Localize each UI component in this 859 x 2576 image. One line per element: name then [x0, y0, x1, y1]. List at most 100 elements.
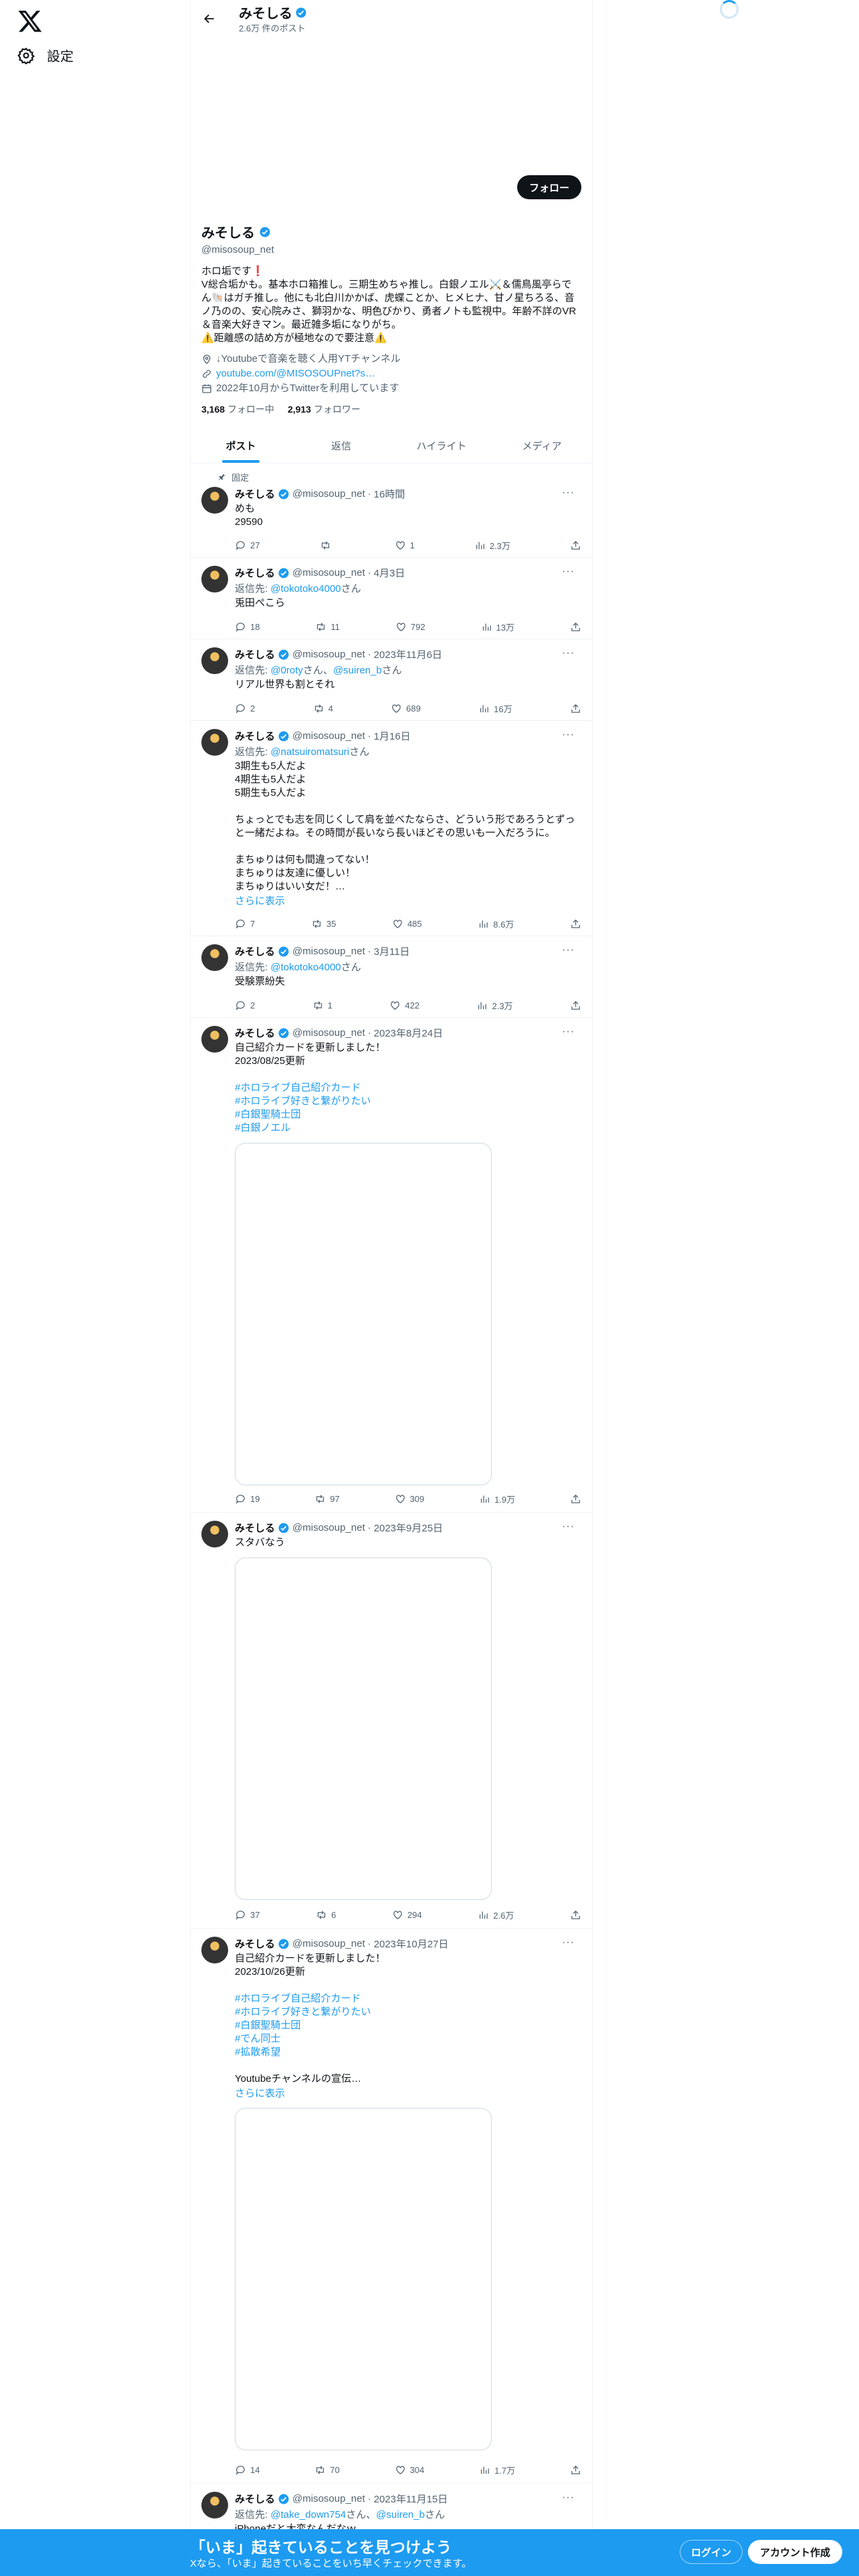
avatar[interactable]: [201, 1026, 228, 1053]
avatar[interactable]: [201, 1937, 228, 1963]
tweet-timestamp[interactable]: 16時間: [374, 487, 405, 501]
profile-website-link[interactable]: youtube.com/@MISOSOUPnet?s…: [216, 366, 375, 381]
views-button[interactable]: 1.9万: [479, 1493, 515, 1505]
tweet[interactable]: みそしる @misosoup_net · 4月3日 ··· 返信先: @toko…: [191, 558, 592, 639]
following-link[interactable]: 3,168 フォロー中: [201, 403, 274, 416]
hashtag[interactable]: #でん同士: [235, 2033, 280, 2044]
retweet-button[interactable]: 70: [314, 2464, 340, 2476]
tweet-timestamp[interactable]: 2023年8月24日: [374, 1026, 443, 1040]
tweet-author-handle[interactable]: @misosoup_net: [292, 2493, 365, 2504]
hashtag[interactable]: #ホロライブ自己紹介カード: [235, 1993, 361, 2004]
views-button[interactable]: 13万: [481, 621, 514, 633]
hashtag[interactable]: #ホロライブ好きと繋がりたい: [235, 2006, 371, 2018]
reply-mention[interactable]: @take_down754: [270, 2509, 346, 2520]
tweet[interactable]: みそしる @misosoup_net · 2023年8月24日 ··· 自己紹介…: [191, 1018, 592, 1513]
avatar[interactable]: [201, 647, 228, 674]
retweet-button[interactable]: 1: [312, 999, 332, 1012]
back-button[interactable]: [200, 9, 219, 28]
tweet-timestamp[interactable]: 2023年9月25日: [374, 1521, 443, 1535]
share-button[interactable]: [570, 918, 581, 930]
reply-mention[interactable]: @tokotoko4000: [270, 583, 341, 595]
reply-button[interactable]: 19: [235, 1493, 260, 1505]
share-button[interactable]: [570, 999, 581, 1012]
avatar[interactable]: [201, 566, 228, 593]
retweet-button[interactable]: 35: [311, 918, 336, 930]
tweet-media-image[interactable]: [235, 1143, 492, 1485]
hashtag[interactable]: #白銀ノエル: [235, 1122, 290, 1134]
tweet-author-handle[interactable]: @misosoup_net: [292, 946, 365, 957]
share-button[interactable]: [570, 2464, 581, 2476]
views-button[interactable]: 2.6万: [478, 1909, 514, 1921]
avatar[interactable]: [201, 1521, 228, 1547]
signup-button[interactable]: アカウント作成: [748, 2540, 843, 2564]
tweet-author-name[interactable]: みそしる: [235, 1937, 275, 1951]
reply-mention[interactable]: @natsuiromatsuri: [270, 746, 349, 758]
tweet[interactable]: みそしる @misosoup_net · 2023年11月6日 ··· 返信先:…: [191, 639, 592, 721]
share-button[interactable]: [570, 539, 581, 552]
tweet-author-handle[interactable]: @misosoup_net: [292, 1938, 365, 1949]
like-button[interactable]: 792: [395, 621, 425, 633]
tweet-author-name[interactable]: みそしる: [235, 2492, 275, 2506]
reply-mention-2[interactable]: @suiren_b: [376, 2509, 425, 2520]
like-button[interactable]: 1: [395, 539, 415, 552]
retweet-button[interactable]: 4: [313, 702, 333, 715]
reply-button[interactable]: 18: [235, 621, 260, 633]
tweet-timestamp[interactable]: 4月3日: [374, 566, 405, 580]
tweet-author-name[interactable]: みそしる: [235, 487, 275, 501]
like-button[interactable]: 422: [389, 999, 419, 1012]
hashtag[interactable]: #ホロライブ自己紹介カード: [235, 1082, 361, 1093]
avatar[interactable]: [201, 944, 228, 971]
reply-button[interactable]: 2: [235, 702, 255, 715]
share-button[interactable]: [570, 1909, 581, 1921]
more-options-icon[interactable]: ···: [562, 1937, 575, 1949]
more-options-icon[interactable]: ···: [562, 944, 575, 956]
retweet-button[interactable]: 11: [315, 621, 340, 633]
tweet-timestamp[interactable]: 1月16日: [374, 729, 411, 743]
tab-highlights[interactable]: ハイライト: [391, 428, 492, 463]
tab-posts[interactable]: ポスト: [191, 428, 291, 463]
avatar[interactable]: [201, 729, 228, 756]
tweet-timestamp[interactable]: 3月11日: [374, 944, 410, 958]
more-options-icon[interactable]: ···: [562, 1026, 575, 1038]
share-button[interactable]: [570, 621, 581, 633]
reply-button[interactable]: 2: [235, 999, 255, 1012]
reply-button[interactable]: 37: [235, 1909, 260, 1921]
views-button[interactable]: 2.3万: [474, 539, 510, 552]
tweet-media-image[interactable]: [235, 2108, 492, 2450]
views-button[interactable]: 8.6万: [478, 918, 514, 930]
more-options-icon[interactable]: ···: [562, 487, 575, 499]
tweet[interactable]: みそしる @misosoup_net · 1月16日 ··· 返信先: @nat…: [191, 721, 592, 936]
tweet-author-handle[interactable]: @misosoup_net: [292, 488, 365, 500]
tweet-author-name[interactable]: みそしる: [235, 566, 275, 580]
views-button[interactable]: 16万: [478, 702, 512, 715]
tweet-author-name[interactable]: みそしる: [235, 1521, 275, 1535]
show-more-link[interactable]: さらに表示: [235, 2086, 581, 2100]
hashtag[interactable]: #ホロライブ好きと繋がりたい: [235, 1095, 371, 1107]
tab-replies[interactable]: 返信: [291, 428, 391, 463]
tweet[interactable]: みそしる @misosoup_net · 2023年10月27日 ··· 自己紹…: [191, 1929, 592, 2484]
tweet-author-handle[interactable]: @misosoup_net: [292, 567, 365, 578]
tweet-author-handle[interactable]: @misosoup_net: [292, 1027, 365, 1039]
reply-button[interactable]: 7: [235, 918, 255, 930]
tab-media[interactable]: メディア: [492, 428, 592, 463]
nav-settings-item[interactable]: 設定: [17, 45, 74, 65]
tweet-timestamp[interactable]: 2023年11月15日: [374, 2492, 448, 2506]
like-button[interactable]: 689: [391, 702, 421, 715]
tweet-author-name[interactable]: みそしる: [235, 1026, 275, 1040]
share-button[interactable]: [570, 1493, 581, 1505]
views-button[interactable]: 1.7万: [479, 2464, 515, 2476]
tweet-author-handle[interactable]: @misosoup_net: [292, 730, 365, 742]
views-button[interactable]: 2.3万: [476, 999, 513, 1012]
more-options-icon[interactable]: ···: [562, 1521, 575, 1533]
tweet[interactable]: みそしる @misosoup_net · 3月11日 ··· 返信先: @tok…: [191, 936, 592, 1018]
more-options-icon[interactable]: ···: [562, 729, 575, 741]
hashtag[interactable]: #拡散希望: [235, 2046, 280, 2058]
tweet[interactable]: 固定 みそしる @misosoup_net · 16時間 ··· めも 2959…: [191, 464, 592, 558]
reply-button[interactable]: 27: [235, 539, 260, 552]
tweet-timestamp[interactable]: 2023年11月6日: [374, 647, 442, 661]
like-button[interactable]: 485: [392, 918, 422, 930]
tweet-author-name[interactable]: みそしる: [235, 729, 275, 743]
tweet-media-image[interactable]: [235, 1558, 492, 1900]
reply-mention[interactable]: @0roty: [270, 665, 303, 676]
more-options-icon[interactable]: ···: [562, 566, 575, 578]
